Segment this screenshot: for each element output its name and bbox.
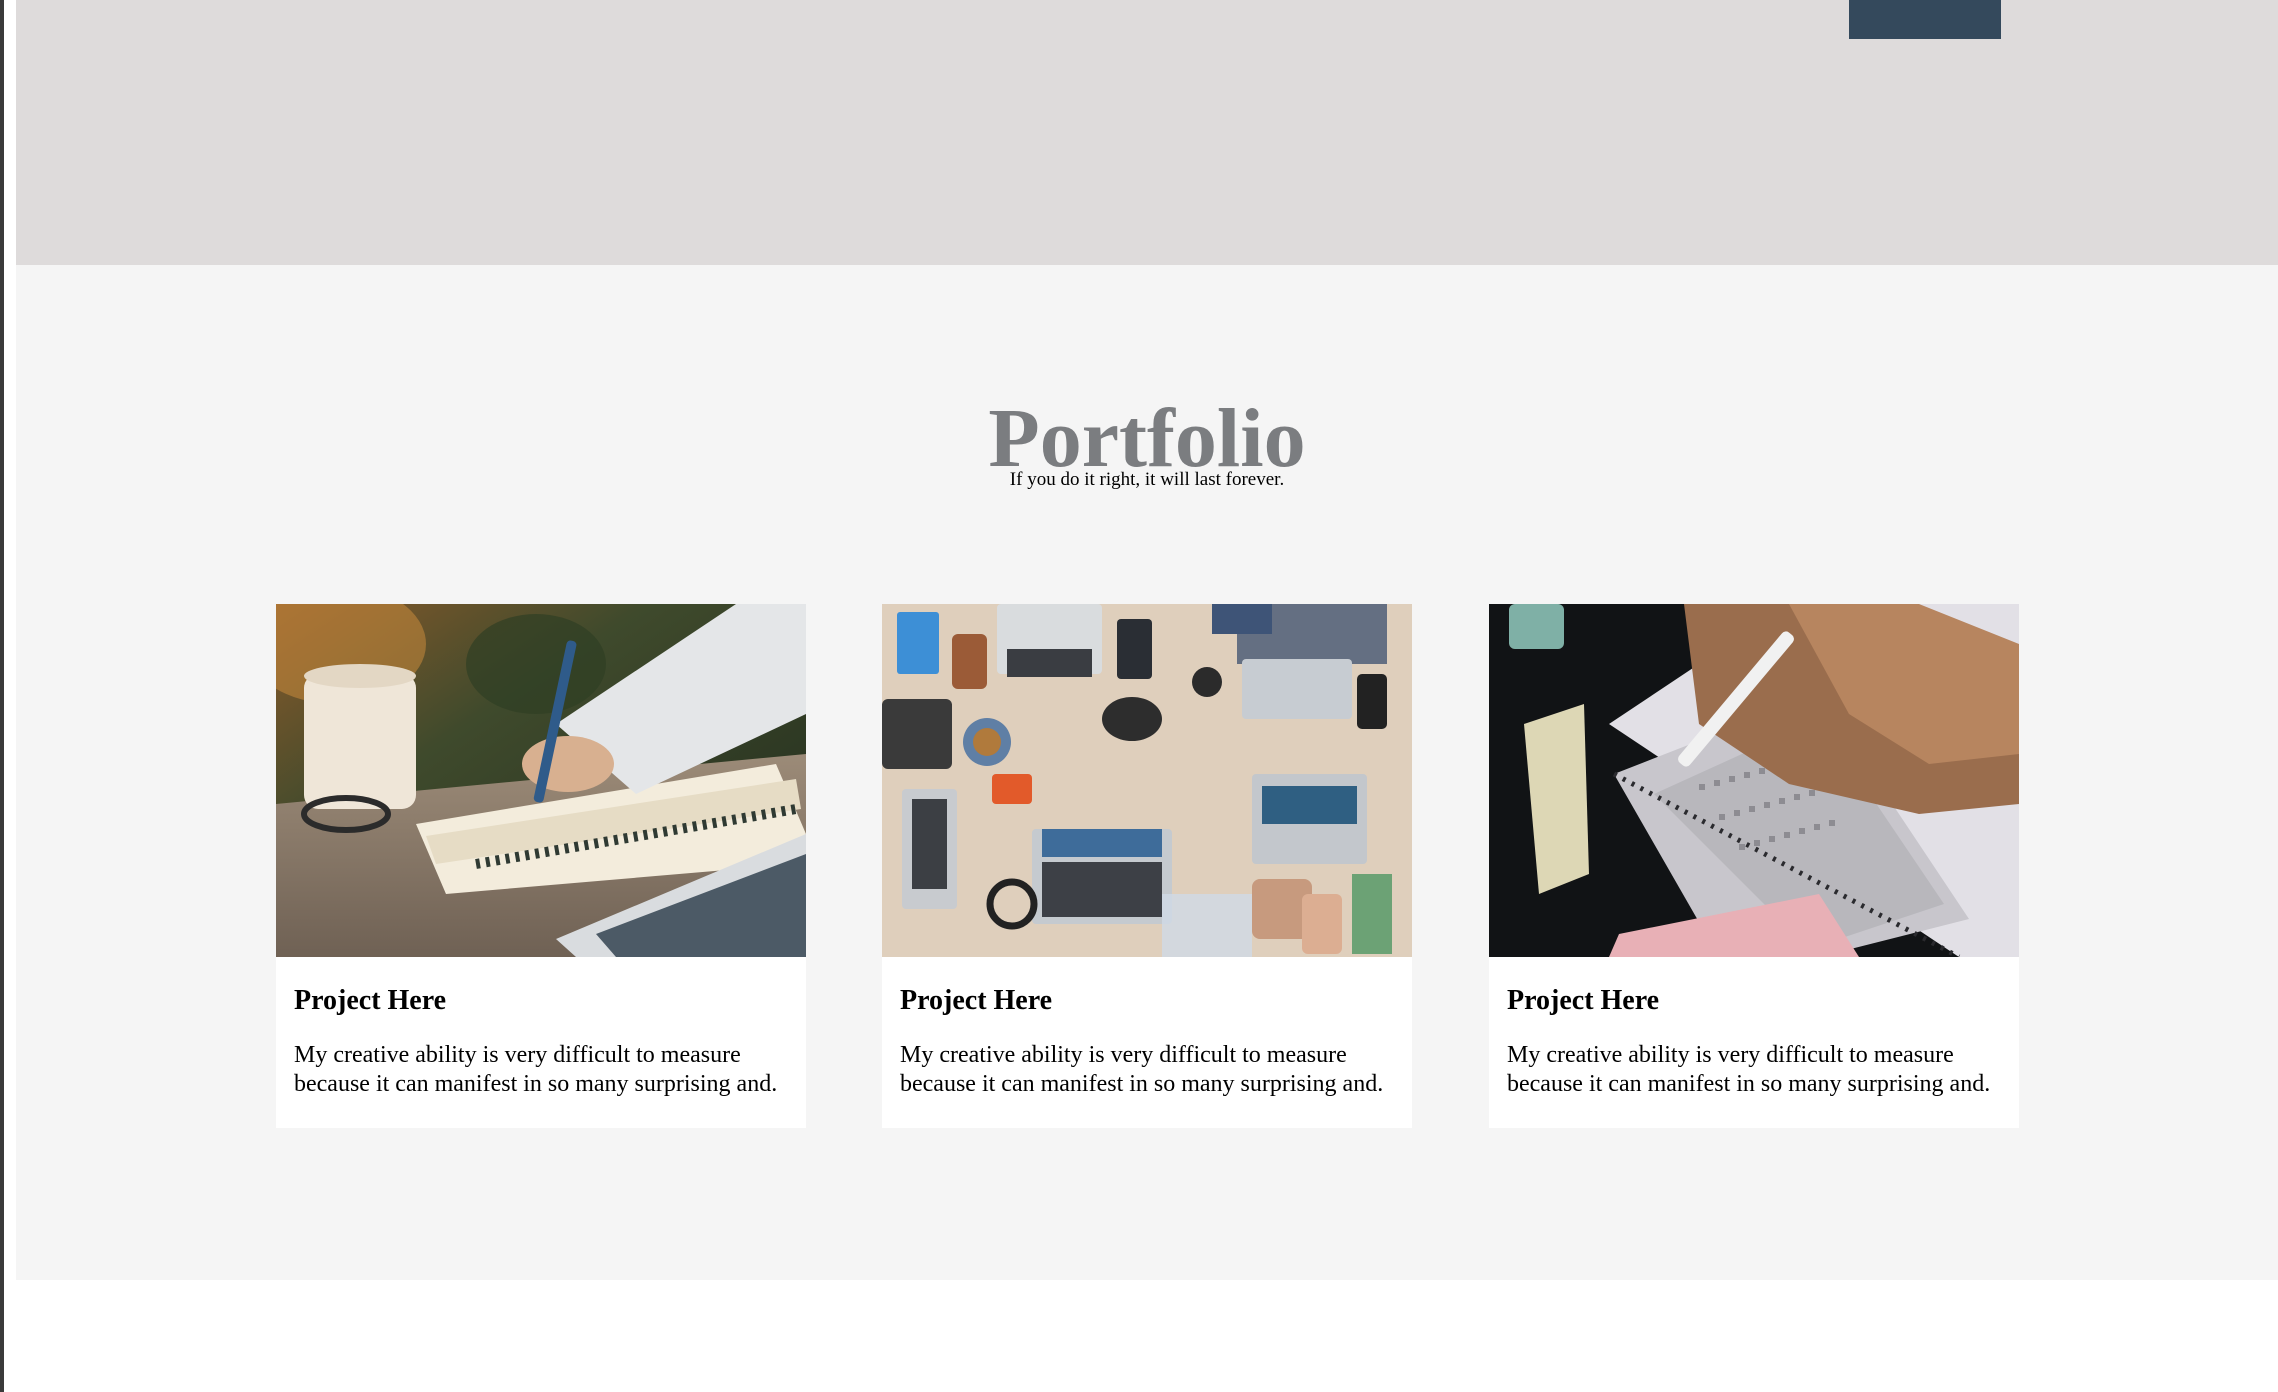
laptops-desk-image (882, 604, 1412, 957)
answer-sheet-image (1489, 604, 2019, 957)
card-description: My creative ability is very difficult to… (294, 1042, 778, 1097)
nav-button[interactable] (1849, 0, 2001, 39)
card-image-writing[interactable] (276, 604, 806, 957)
card-body: Project Here My creative ability is very… (276, 957, 806, 1099)
card-title[interactable]: Project Here (1507, 985, 2001, 1017)
portfolio-card[interactable]: Project Here My creative ability is very… (1489, 604, 2019, 1128)
portfolio-card[interactable]: Project Here My creative ability is very… (882, 604, 1412, 1128)
card-image-test-sheet[interactable] (1489, 604, 2019, 957)
card-image-workspace[interactable] (882, 604, 1412, 957)
portfolio-card[interactable]: Project Here My creative ability is very… (276, 604, 806, 1128)
page-subtitle: If you do it right, it will last forever… (1009, 469, 1285, 490)
section-header: Portfolio If you do it right, it will la… (16, 397, 2278, 491)
card-body: Project Here My creative ability is very… (1489, 957, 2019, 1099)
card-description: My creative ability is very difficult to… (1507, 1042, 1991, 1097)
hero-banner (16, 0, 2278, 265)
card-title[interactable]: Project Here (900, 985, 1394, 1017)
portfolio-section: Portfolio If you do it right, it will la… (16, 265, 2278, 1280)
card-body: Project Here My creative ability is very… (882, 957, 1412, 1099)
card-title[interactable]: Project Here (294, 985, 788, 1017)
page: Portfolio If you do it right, it will la… (0, 0, 2278, 1392)
card-description: My creative ability is very difficult to… (900, 1042, 1384, 1097)
writing-notebook-image (276, 604, 806, 957)
window-left-edge (0, 0, 4, 1392)
